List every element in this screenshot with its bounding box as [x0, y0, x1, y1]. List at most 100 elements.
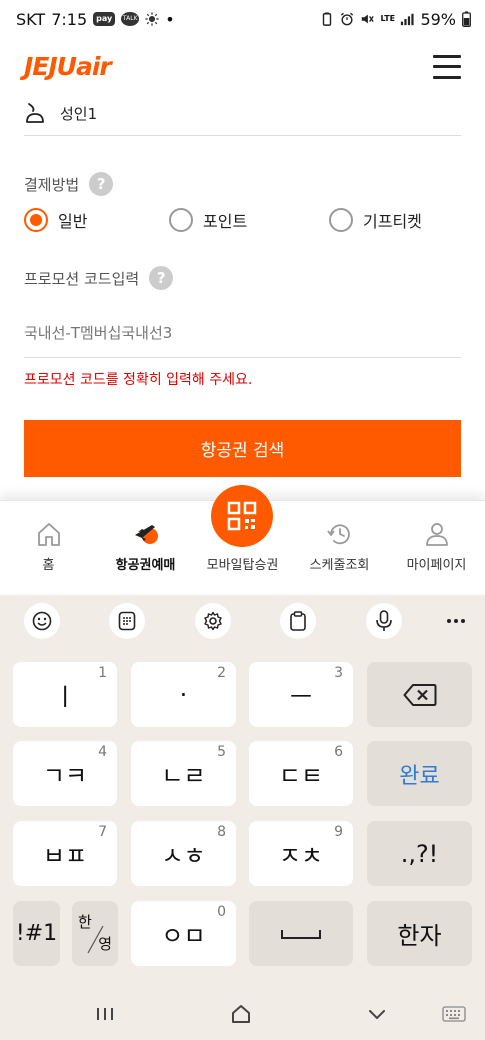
key-i[interactable]: ㅣ 1 — [13, 662, 117, 727]
recent-apps-icon[interactable] — [95, 1006, 115, 1022]
nav-mobile-boarding-pass[interactable]: 모바일탑승권 — [194, 516, 291, 573]
alarm-icon — [341, 12, 354, 26]
payment-options: 일반 포인트 기프티켓 — [24, 208, 461, 238]
carrier-label: SKT — [16, 9, 46, 29]
signal-icon — [401, 13, 414, 26]
language-switch-key[interactable]: 한 영 — [72, 901, 118, 966]
key-dot[interactable]: · 2 — [131, 662, 236, 727]
key-label: ㄷㅌ — [278, 762, 324, 790]
battery-icon — [462, 11, 471, 27]
key-siot-hieut[interactable]: ㅅㅎ 8 — [131, 821, 236, 886]
key-number: 5 — [217, 744, 226, 760]
passenger-field[interactable]: 성인1 — [24, 92, 461, 136]
space-bar-icon — [281, 929, 321, 939]
emoji-icon[interactable] — [24, 603, 60, 639]
symbols-key[interactable]: !#1 — [13, 901, 60, 966]
nav-label: 모바일탑승권 — [206, 558, 279, 573]
nav-label: 항공권예매 — [115, 558, 176, 573]
system-navigation-bar — [0, 995, 485, 1040]
clipboard-icon[interactable] — [280, 603, 316, 639]
promo-help-icon[interactable]: ? — [149, 266, 174, 290]
key-label: ㄱㅋ — [42, 762, 88, 790]
payment-option-label: 기프티켓 — [363, 212, 422, 231]
lte-label: LTE — [380, 14, 396, 23]
home-icon — [37, 523, 60, 546]
nav-label: 마이페이지 — [406, 558, 467, 573]
more-options-icon[interactable] — [438, 603, 474, 639]
hanja-key[interactable]: 한자 — [367, 901, 472, 966]
jejuair-logo[interactable]: JEJUair — [24, 52, 112, 81]
key-jieut-chieut[interactable]: ㅈㅊ 9 — [249, 821, 353, 886]
nav-booking[interactable]: 항공권예매 — [97, 516, 194, 573]
airplane-ticket-icon — [134, 525, 158, 544]
home-button-icon[interactable] — [230, 1004, 252, 1024]
key-label: ㅣ — [53, 683, 77, 711]
key-number: 3 — [334, 665, 343, 681]
key-number: 2 — [217, 665, 226, 681]
clock: 7:15 — [51, 9, 88, 29]
passenger-value: 성인1 — [60, 105, 98, 123]
screen: SKT 7:15 pay TALK • LTE 59% JEJUair 성인1 … — [0, 0, 485, 1040]
user-icon — [425, 523, 448, 546]
nav-home[interactable]: 홈 — [0, 516, 97, 573]
key-label: ㅅㅎ — [161, 842, 206, 870]
payment-method-label: 결제방법 ? — [24, 172, 114, 196]
nav-label: 홈 — [42, 558, 55, 573]
key-number: 9 — [334, 824, 343, 840]
keyboard: ㅣ 1 · 2 ㅡ 3 ㄱㅋ 4 ㄴㄹ 5 ㄷㅌ 6 완료 ㅂㅍ 7 ㅅㅎ 8 … — [0, 595, 485, 1040]
hide-keyboard-chevron-icon[interactable] — [367, 1007, 387, 1021]
hamburger-icon[interactable] — [433, 54, 461, 80]
key-label: · — [179, 680, 188, 709]
key-number: 6 — [334, 744, 343, 760]
battery-saver-icon — [323, 12, 332, 26]
key-label: ㅂㅍ — [42, 842, 88, 870]
radio-unselected-icon — [169, 208, 193, 232]
promo-code-title: 프로모션 코드입력 — [24, 269, 140, 288]
status-bar: SKT 7:15 pay TALK • LTE 59% — [0, 0, 485, 38]
punctuation-key[interactable]: .,?! — [367, 821, 472, 886]
payment-option-giftticket[interactable]: 기프티켓 — [329, 208, 422, 232]
lang-bottom-label: 영 — [98, 935, 112, 953]
app-header: JEJUair — [0, 40, 485, 96]
backspace-key[interactable] — [367, 662, 472, 727]
key-digeut-tieut[interactable]: ㄷㅌ 6 — [249, 741, 353, 806]
bottom-navigation: 홈 항공권예매 모바일탑승권 스케줄조회 마이페이지 — [0, 485, 485, 595]
radio-selected-icon — [24, 208, 48, 232]
key-number: 0 — [217, 904, 226, 920]
key-giyeok-kieuk[interactable]: ㄱㅋ 4 — [13, 741, 117, 806]
key-label: ㄴㄹ — [161, 762, 206, 790]
key-number: 4 — [98, 744, 107, 760]
done-key[interactable]: 완료 — [367, 741, 472, 806]
payment-option-point[interactable]: 포인트 — [169, 208, 247, 232]
flight-search-button[interactable]: 항공권 검색 — [24, 420, 461, 477]
promo-code-input[interactable] — [24, 308, 461, 358]
nav-schedule[interactable]: 스케줄조회 — [291, 516, 388, 573]
settings-gear-icon[interactable] — [195, 603, 231, 639]
promo-error-text: 프로모션 코드를 정확히 입력해 주세요. — [24, 372, 253, 388]
notification-dot: • — [165, 9, 175, 29]
key-number: 1 — [98, 665, 107, 681]
mute-icon — [362, 14, 375, 24]
payment-option-label: 일반 — [58, 212, 88, 231]
key-number: 8 — [217, 824, 226, 840]
key-ieung-mieum[interactable]: ㅇㅁ 0 — [131, 901, 236, 966]
payment-method-title: 결제방법 — [24, 175, 80, 194]
key-label: ㅈㅊ — [278, 842, 324, 870]
keypad-icon[interactable] — [109, 603, 145, 639]
payment-option-general[interactable]: 일반 — [24, 208, 87, 232]
key-eu[interactable]: ㅡ 3 — [249, 662, 353, 727]
sun-icon — [145, 12, 159, 26]
nav-mypage[interactable]: 마이페이지 — [388, 516, 485, 573]
payment-help-icon[interactable]: ? — [89, 172, 114, 196]
radio-unselected-icon — [329, 208, 353, 232]
key-bieup-pieup[interactable]: ㅂㅍ 7 — [13, 821, 117, 886]
talk-icon: TALK — [121, 12, 140, 26]
person-icon — [26, 102, 44, 123]
pay-icon: pay — [93, 12, 116, 26]
key-nieun-rieul[interactable]: ㄴㄹ 5 — [131, 741, 236, 806]
payment-option-label: 포인트 — [203, 212, 248, 231]
space-key[interactable] — [249, 901, 353, 966]
key-label: ㅡ — [289, 683, 313, 711]
microphone-icon[interactable] — [366, 603, 402, 639]
keyboard-switch-icon[interactable] — [442, 1006, 466, 1022]
